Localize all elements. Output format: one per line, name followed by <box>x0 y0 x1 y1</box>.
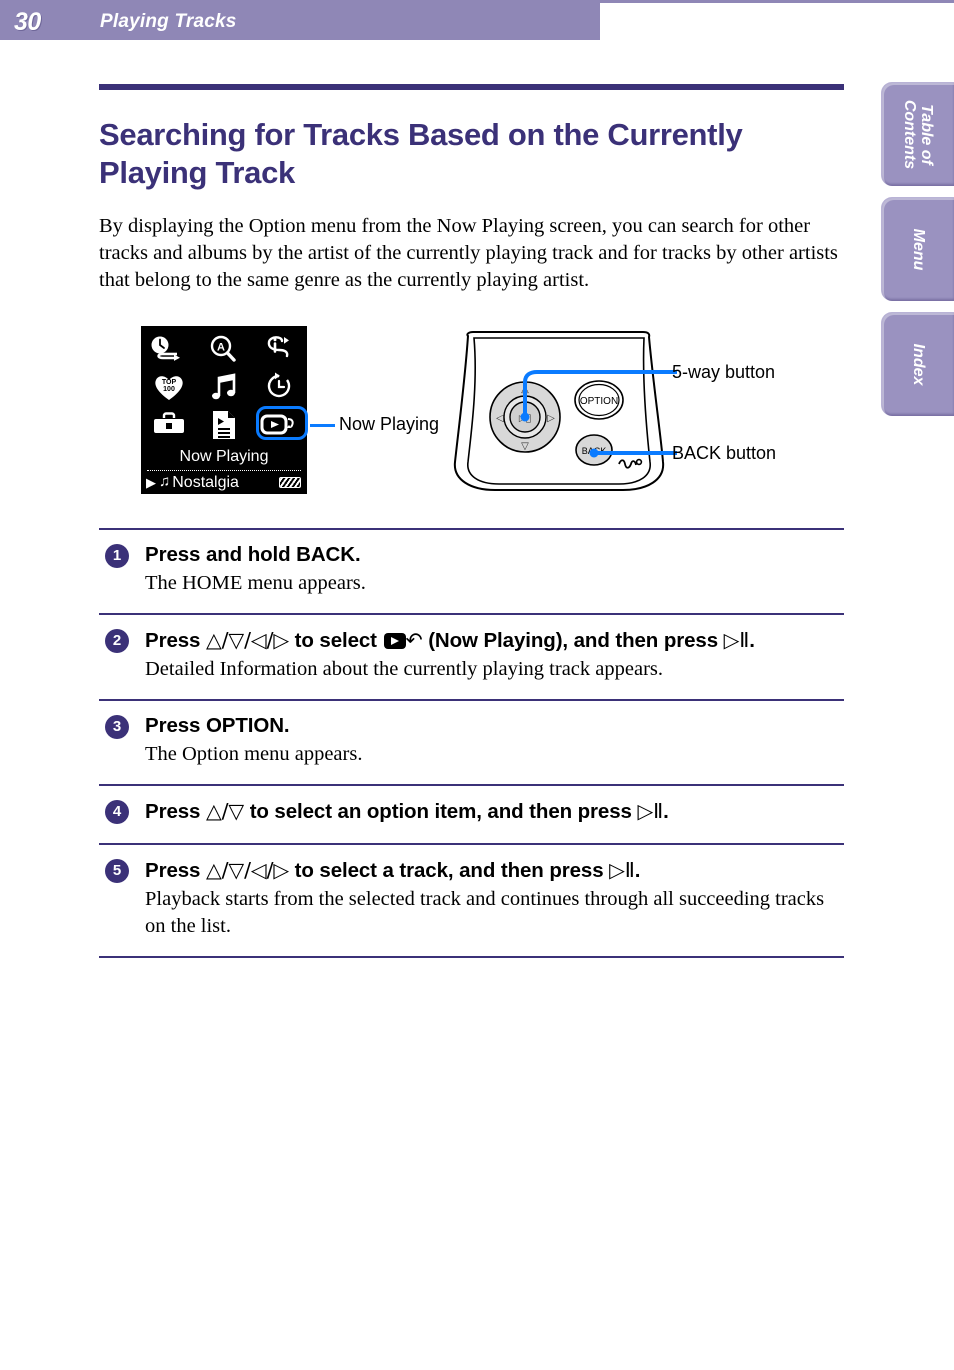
step-body: The HOME menu appears. <box>145 572 366 594</box>
step-number-badge: 2 <box>105 629 129 653</box>
battery-icon <box>279 477 301 488</box>
step-heading: Press △/▽/◁/▷ to select a track, and the… <box>145 857 844 884</box>
heading-text: . <box>634 859 641 882</box>
step-1: 1 Press and hold BACK. The HOME menu app… <box>99 530 844 613</box>
svg-text:100: 100 <box>163 386 175 393</box>
step-number-badge: 4 <box>105 800 129 824</box>
now-playing-icon[interactable] <box>254 406 309 443</box>
heading-text: (Now Playing), and then press <box>422 629 724 652</box>
callout-label-now-playing: Now Playing <box>339 414 440 434</box>
button-glyph: △/▽ <box>205 799 245 823</box>
device-illustration: ▷⃞ △ ▽ ◁ ▷ OPTION BACK <box>453 331 677 491</box>
step-separator <box>99 956 844 958</box>
search-icon[interactable]: A <box>199 331 249 367</box>
current-track-name: Nostalgia <box>172 473 239 491</box>
step-heading: Press △/▽/◁/▷ to select ↶ (Now Playing),… <box>145 627 844 654</box>
svg-text:◁: ◁ <box>496 413 504 424</box>
toolbox-icon-glyph <box>153 412 184 433</box>
callout-label-back-button: BACK button <box>672 443 777 463</box>
figure-now-playing-and-device: A TOP 100 Now Playing ▶ ♫ Nostalgia Now … <box>99 322 844 512</box>
step-body: Playback starts from the selected track … <box>145 888 825 937</box>
heading-text: Press <box>145 629 206 652</box>
button-glyph: ▷Ⅱ <box>723 628 750 652</box>
intro-paragraph: By displaying the Option menu from the N… <box>99 214 838 291</box>
button-glyph: △/▽/◁/▷ <box>205 628 290 652</box>
sidebar-item-table-of-contents[interactable]: Table of Contents <box>881 82 954 186</box>
top100-heart-icon-glyph: TOP 100 <box>154 376 183 400</box>
recent-clock-icon[interactable] <box>254 369 304 405</box>
heading-text: . <box>749 629 755 652</box>
button-glyph: ↶ <box>405 628 423 652</box>
heading-text: Press <box>145 800 206 823</box>
heading-text: to select an option item, and then press <box>244 800 638 823</box>
recent-clock-icon-glyph <box>268 372 291 398</box>
step-body: Detailed Information about the currently… <box>145 658 663 680</box>
now-playing-inline-icon <box>383 633 406 649</box>
page-header: 30 Playing Tracks <box>0 0 954 46</box>
heading-text: to select <box>289 629 383 652</box>
tab-label-menu: Menu <box>910 228 927 271</box>
tab-label-index: Index <box>910 343 927 386</box>
music-note-small-icon: ♫ <box>159 474 171 490</box>
step-number-badge: 3 <box>105 715 129 739</box>
callout-line-now-playing <box>310 424 335 427</box>
svg-text:A: A <box>217 342 225 354</box>
svg-text:▷: ▷ <box>547 413 555 424</box>
heading-text: Press <box>145 859 206 882</box>
page-number: 30 <box>14 8 41 36</box>
heading-text: . <box>663 800 669 823</box>
player-screen-mock: A TOP 100 Now Playing ▶ ♫ Nostalgia <box>141 326 309 494</box>
screen-title: Now Playing <box>179 448 269 465</box>
playlist-icon[interactable] <box>199 407 249 443</box>
step-body: The Option menu appears. <box>145 743 363 765</box>
step-number-badge: 5 <box>105 859 129 883</box>
title-rule <box>99 84 844 90</box>
button-glyph: ▷Ⅱ <box>609 858 635 882</box>
search-icon-glyph: A <box>210 335 236 362</box>
step-2: 2 Press △/▽/◁/▷ to select ↶ (Now Playing… <box>99 615 844 699</box>
now-playing-icon-glyph <box>260 414 294 435</box>
heading-text: Press and hold BACK. <box>145 543 361 566</box>
callout-label-5-way-button: 5-way button <box>672 362 776 382</box>
steps-list: 1 Press and hold BACK. The HOME menu app… <box>99 528 844 958</box>
toolbox-icon[interactable] <box>144 407 194 443</box>
tab-label-table-of-contents: Table of Contents <box>901 99 936 170</box>
top100-heart-icon[interactable]: TOP 100 <box>144 369 194 405</box>
button-glyph: △/▽/◁/▷ <box>205 858 290 882</box>
initial-search-icon-glyph <box>268 336 290 358</box>
settings-icon-glyph <box>151 336 180 361</box>
button-glyph: ▷Ⅱ <box>637 799 664 823</box>
svg-text:OPTION: OPTION <box>580 396 618 407</box>
step-heading: Press △/▽ to select an option item, and … <box>145 798 844 825</box>
heading-text: Press OPTION. <box>145 714 290 737</box>
step-4: 4 Press △/▽ to select an option item, an… <box>99 786 844 843</box>
svg-text:TOP: TOP <box>162 379 177 386</box>
page-title: Searching for Tracks Based on the Curren… <box>99 116 743 190</box>
play-indicator-icon: ▶ <box>146 475 156 490</box>
svg-text:▽: ▽ <box>521 441 529 452</box>
step-number-badge: 1 <box>105 544 129 568</box>
section-title: Playing Tracks <box>100 11 237 32</box>
home-menu-icon-grid: A TOP 100 <box>141 330 309 444</box>
step-heading: Press OPTION. <box>145 713 844 739</box>
step-heading: Press and hold BACK. <box>145 542 844 568</box>
sidebar-item-index[interactable]: Index <box>881 312 954 416</box>
music-note-icon-glyph <box>211 373 236 400</box>
playlist-icon-glyph <box>212 411 235 439</box>
screen-status-bar: ▶ ♫ Nostalgia <box>141 471 307 494</box>
step-5: 5 Press △/▽/◁/▷ to select a track, and t… <box>99 845 844 956</box>
heading-text: to select a track, and then press <box>289 859 610 882</box>
music-note-icon[interactable] <box>199 369 249 405</box>
settings-icon[interactable] <box>144 331 194 367</box>
initial-search-icon[interactable] <box>254 331 304 367</box>
side-navigation-tabs: Table of Contents Menu Index <box>881 82 954 427</box>
step-3: 3 Press OPTION. The Option menu appears. <box>99 701 844 784</box>
sidebar-item-menu[interactable]: Menu <box>881 197 954 301</box>
